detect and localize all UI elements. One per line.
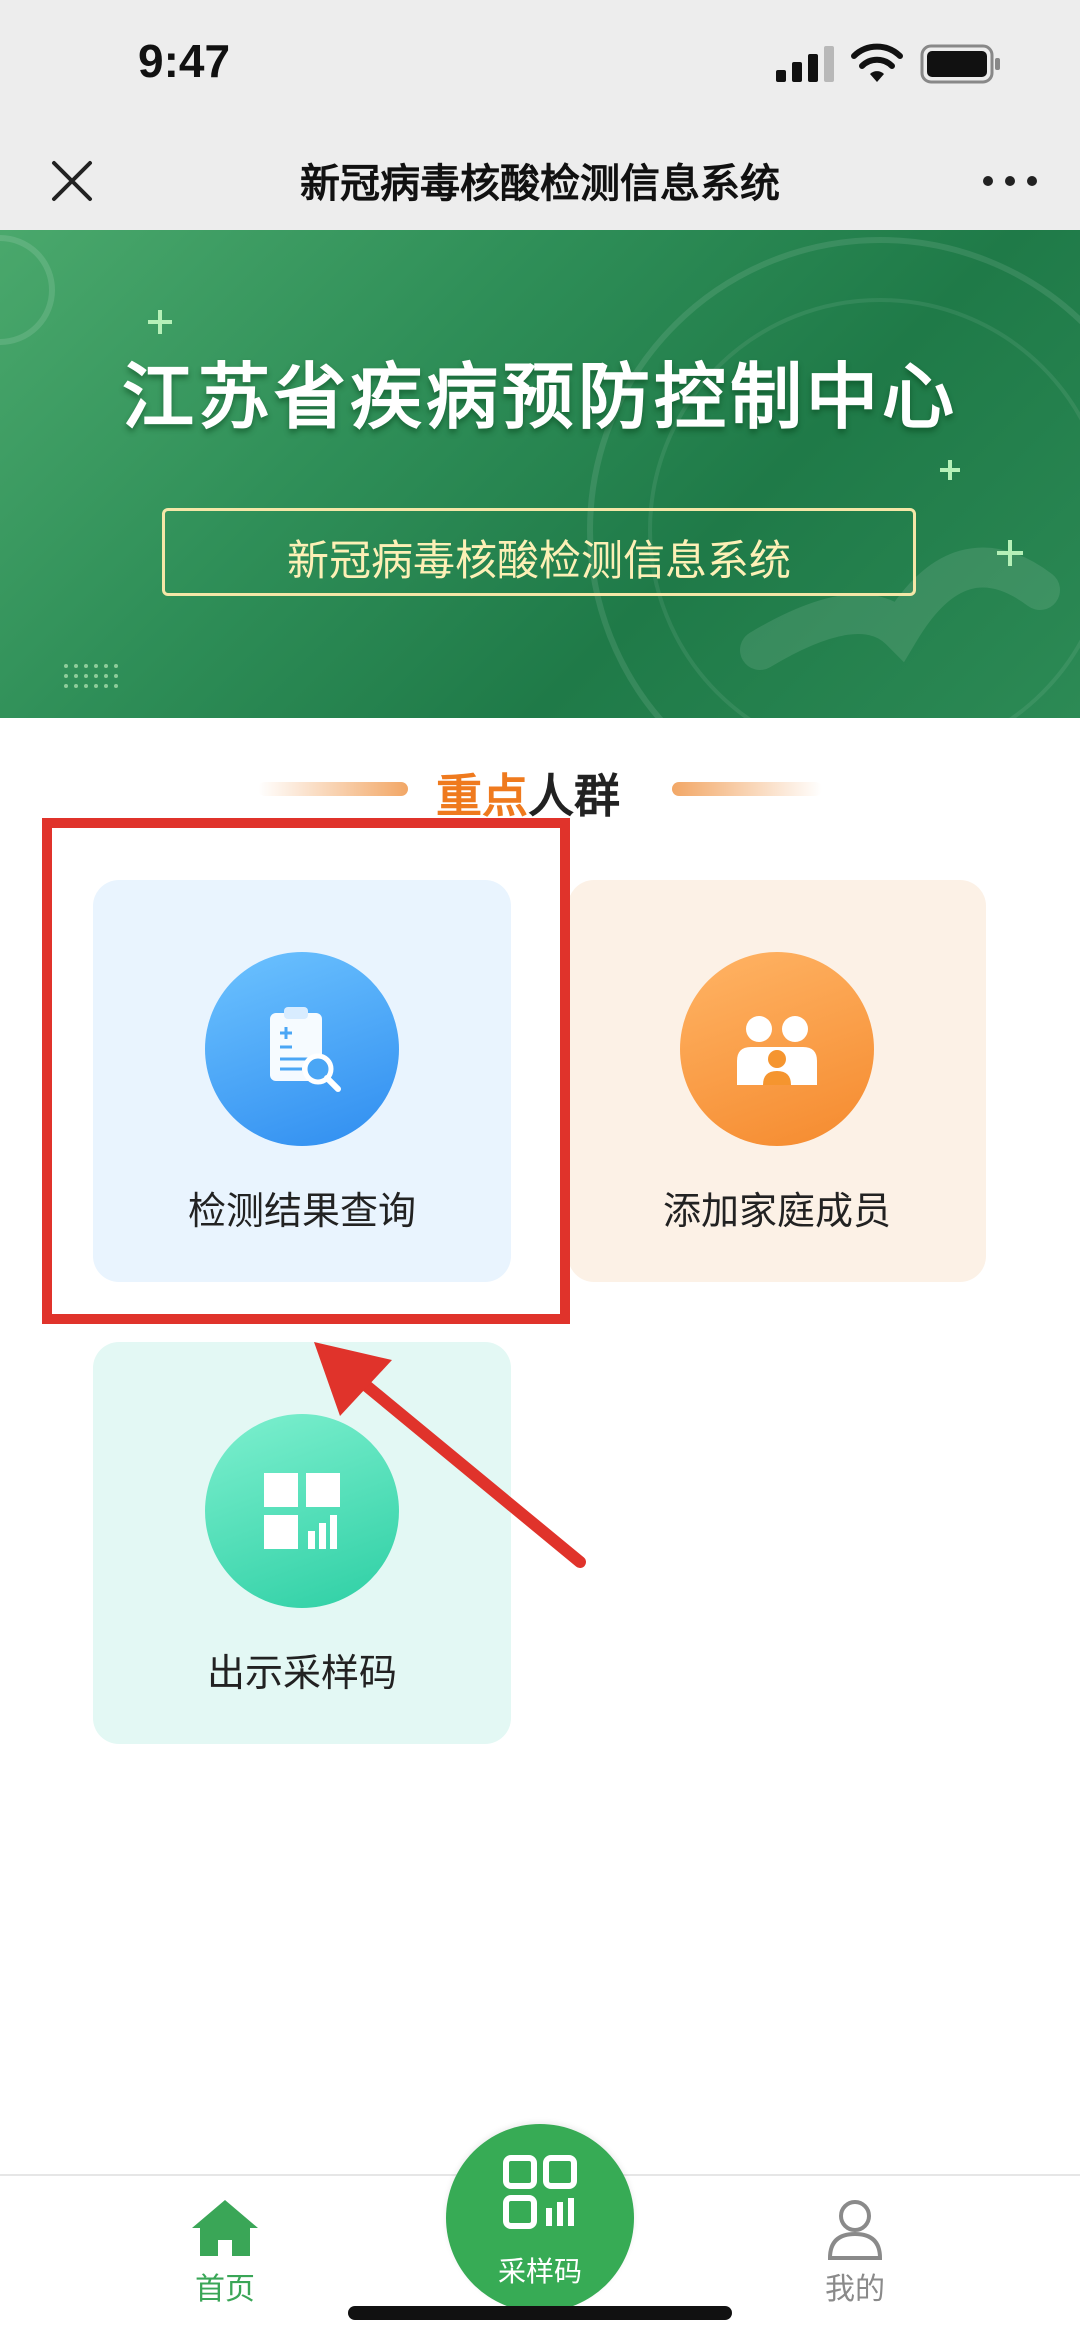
family-icon	[737, 1016, 817, 1085]
wifi-icon	[851, 43, 903, 82]
annotation-highlight-box	[42, 818, 570, 1324]
show-sample-code-label: 出示采样码	[206, 1651, 397, 1695]
banner-subtitle-frame: 新冠病毒核酸检测信息系统	[162, 508, 916, 596]
tab-mine[interactable]: 我的	[790, 2198, 920, 2308]
section-title-highlight: 重点	[436, 769, 528, 823]
status-time: 9:47	[138, 35, 231, 87]
banner-subtitle: 新冠病毒核酸检测信息系统	[286, 536, 791, 585]
battery-icon	[920, 44, 1000, 84]
add-family-member-label: 添加家庭成员	[662, 1189, 891, 1233]
qr-code-icon	[503, 2155, 577, 2229]
tab-home[interactable]: 首页	[160, 2198, 290, 2308]
signal-icon	[776, 46, 834, 82]
tab-sample-code-button[interactable]: 采样码	[446, 2124, 634, 2312]
more-icon[interactable]	[980, 161, 1040, 201]
section-divider-right	[672, 782, 822, 796]
home-indicator	[348, 2306, 732, 2320]
status-bar: 9:47	[0, 0, 1080, 135]
section-divider-left	[258, 782, 408, 796]
section-title-rest: 人群	[528, 769, 620, 823]
nav-bar: 新冠病毒核酸检测信息系统	[0, 135, 1080, 230]
home-icon	[192, 2200, 258, 2256]
family-icon-circle	[680, 952, 874, 1146]
tab-mine-label: 我的	[825, 2272, 885, 2307]
user-icon	[827, 2200, 883, 2260]
section-title: 重点人群	[436, 760, 620, 826]
page-title: 新冠病毒核酸检测信息系统	[300, 161, 780, 207]
banner-title: 江苏省疾病预防控制中心	[121, 355, 958, 439]
section-header: 重点人群	[0, 760, 1080, 823]
tab-home-label: 首页	[195, 2272, 255, 2307]
banner-decoration	[0, 235, 1080, 718]
annotation-arrow-icon	[314, 1342, 586, 1568]
banner: 江苏省疾病预防控制中心 新冠病毒核酸检测信息系统	[0, 230, 1080, 718]
tab-sample-code-label: 采样码	[497, 2255, 582, 2288]
add-family-member-card[interactable]: 添加家庭成员	[568, 880, 986, 1282]
